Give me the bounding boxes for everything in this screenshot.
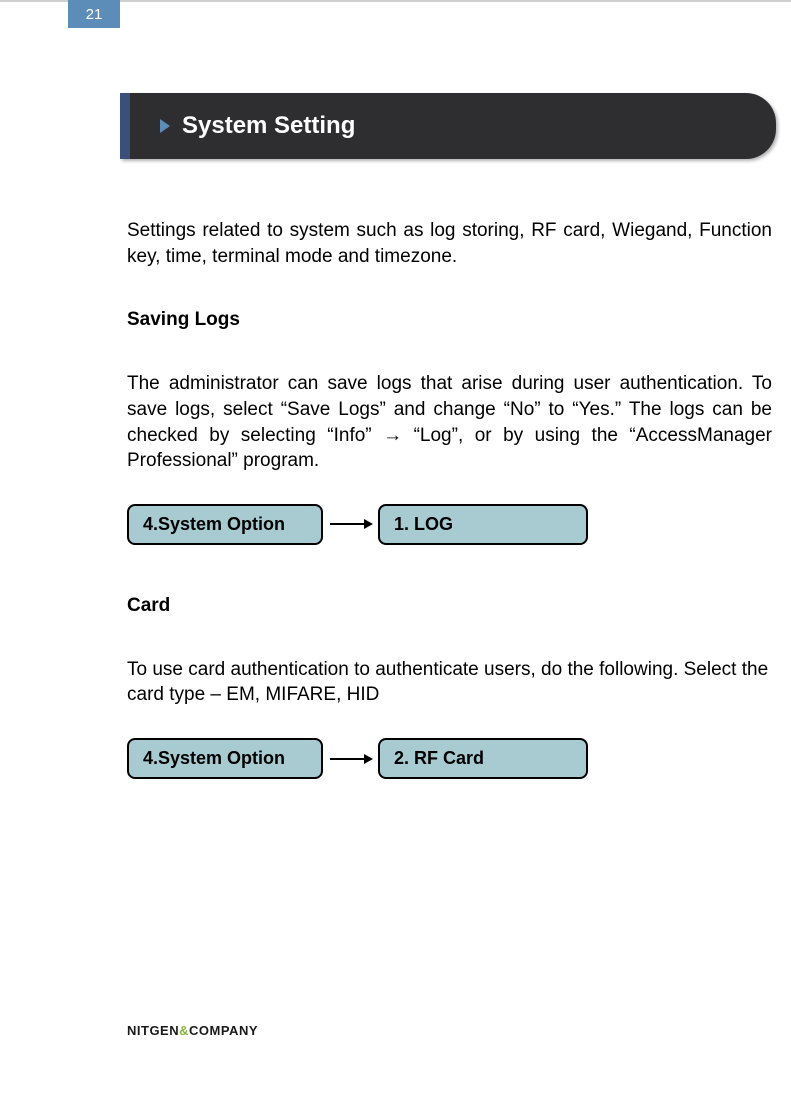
footer-brand-logo: NITGEN&COMPANY bbox=[127, 1023, 258, 1038]
flow-box-rfcard: 2. RF Card bbox=[378, 738, 588, 779]
section-heading-saving-logs: Saving Logs bbox=[127, 309, 772, 331]
page-number-badge: 21 bbox=[68, 0, 120, 28]
header-title: System Setting bbox=[182, 112, 355, 140]
brand-ampersand: & bbox=[179, 1023, 189, 1038]
intro-paragraph: Settings related to system such as log s… bbox=[127, 218, 772, 269]
content-area: Settings related to system such as log s… bbox=[127, 218, 772, 829]
section-heading-card: Card bbox=[127, 595, 772, 617]
arrow-right-icon bbox=[328, 514, 373, 534]
section-body-saving-logs: The administrator can save logs that ari… bbox=[127, 371, 772, 474]
arrow-right-icon bbox=[328, 749, 373, 769]
flow-diagram-log: 4.System Option 1. LOG bbox=[127, 504, 772, 545]
brand-part2: COMPANY bbox=[189, 1023, 258, 1038]
page-number: 21 bbox=[86, 6, 103, 23]
flow-box-system-option-2: 4.System Option bbox=[127, 738, 323, 779]
triangle-right-icon bbox=[160, 119, 170, 133]
flow-box-log: 1. LOG bbox=[378, 504, 588, 545]
flow-diagram-rfcard: 4.System Option 2. RF Card bbox=[127, 738, 772, 779]
section-body-card: To use card authentication to authentica… bbox=[127, 657, 772, 708]
flow-box-system-option: 4.System Option bbox=[127, 504, 323, 545]
brand-part1: NITGEN bbox=[127, 1023, 179, 1038]
section-header-bar: System Setting bbox=[120, 93, 776, 159]
